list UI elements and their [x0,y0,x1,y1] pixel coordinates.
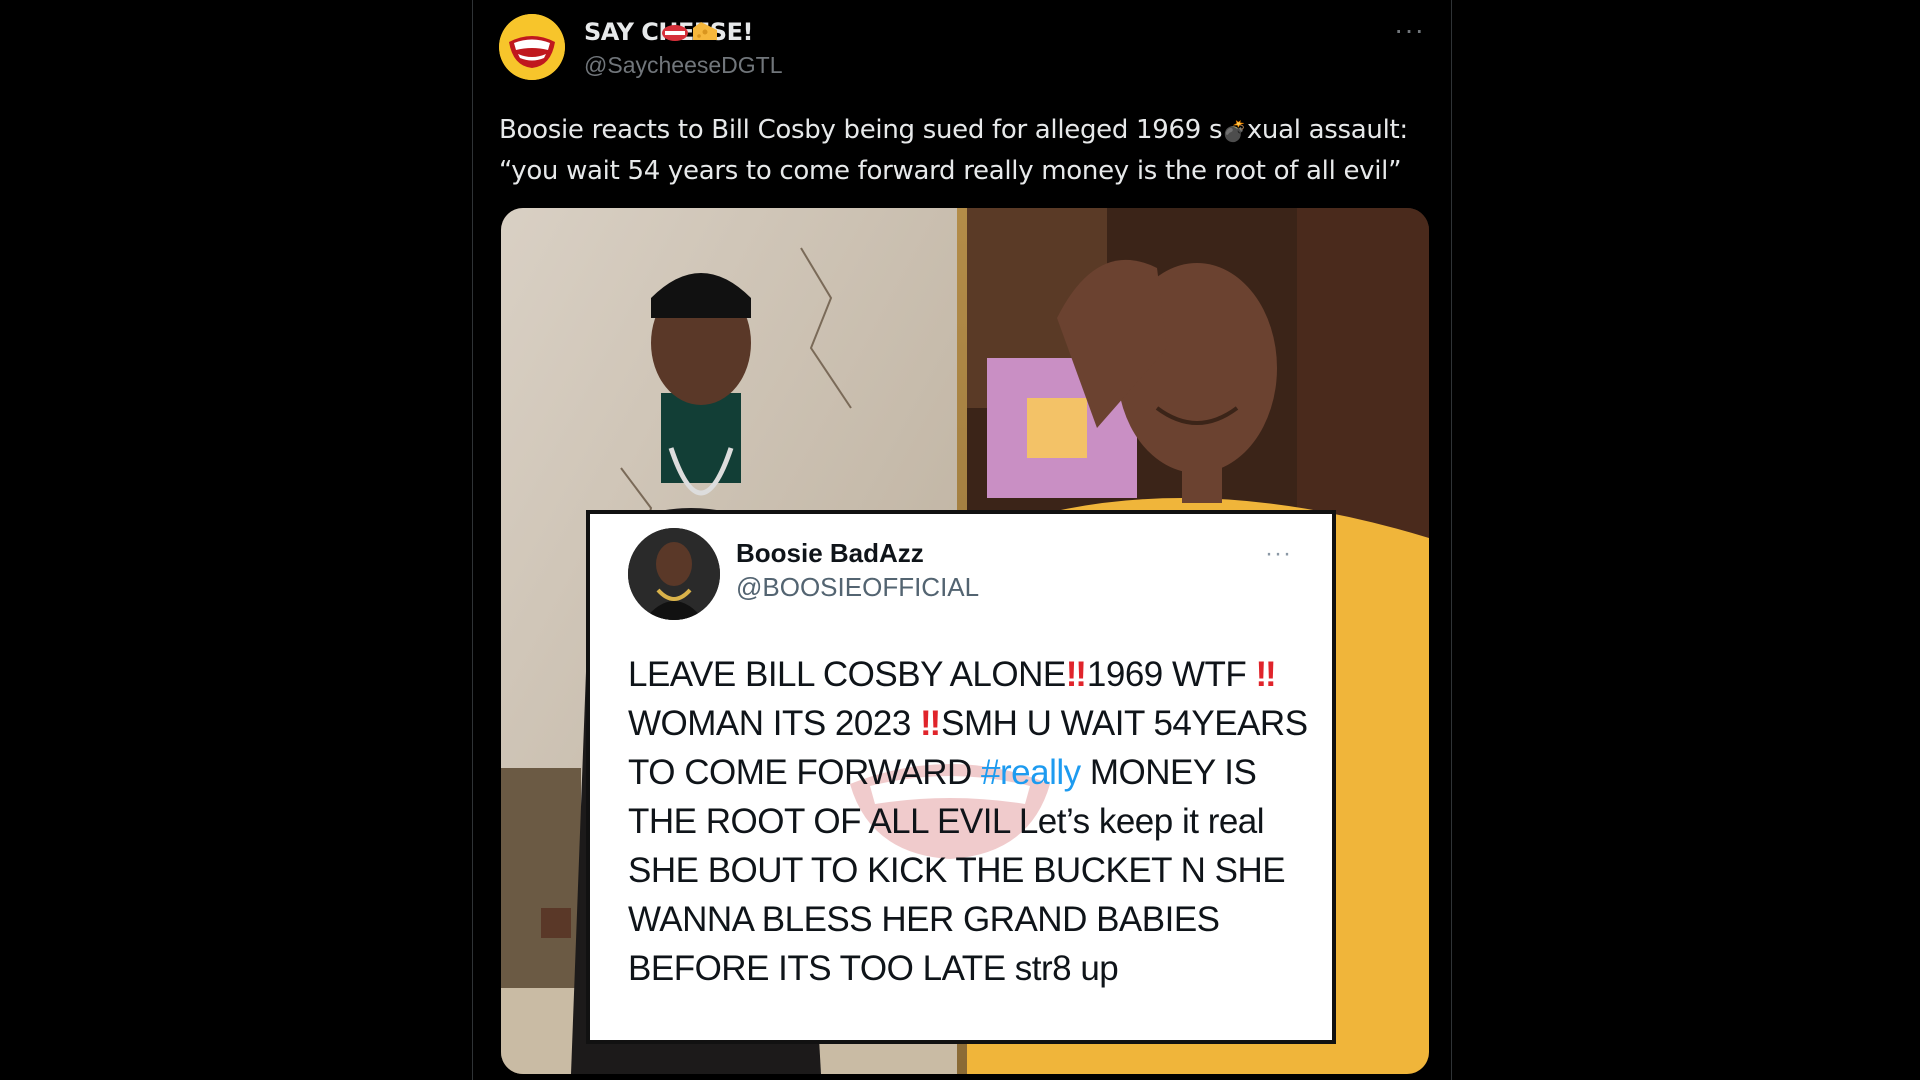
embedded-text-part3: WOMAN ITS 2023 [628,704,921,743]
embedded-tweet-screenshot: Boosie BadAzz @BOOSIEOFFICIAL ··· LEAVE … [586,510,1336,1044]
tweet-text-line1: Boosie reacts to Bill Cosby being sued f… [499,115,1223,145]
page: SAY CHEESE! @SaycheeseDGTL ··· Boosie re… [0,0,1920,1080]
tweet-text-line1-end: xual assault: [1246,115,1408,145]
embedded-text-part2: 1969 WTF [1086,655,1256,694]
double-exclamation-icon: ‼ [920,704,941,743]
say-cheese-logo-icon [499,14,565,80]
tweet-text-line2: “you wait 54 years to come forward reall… [499,156,1402,186]
embedded-tweet-text: LEAVE BILL COSBY ALONE‼ 1969 WTF ‼WOMAN I… [628,650,1308,993]
censor-emoji-icon: 💣 [1222,119,1247,143]
double-exclamation-icon: ‼ [1065,655,1087,694]
embedded-handle: @BOOSIEOFFICIAL [736,572,980,602]
handle[interactable]: @SaycheeseDGTL [584,52,783,79]
tweet-header: SAY CHEESE! @SaycheeseDGTL ··· [499,14,1425,84]
tweet-text: Boosie reacts to Bill Cosby being sued f… [499,110,1419,191]
embedded-text-part1: LEAVE BILL COSBY ALONE [628,655,1066,694]
boosie-avatar-icon [628,528,720,620]
double-exclamation-icon: ‼ [1255,655,1277,694]
more-options-button[interactable]: ··· [1394,16,1425,44]
embedded-display-name: Boosie BadAzz [736,538,924,568]
tweet-card: SAY CHEESE! @SaycheeseDGTL ··· Boosie re… [472,0,1452,1080]
avatar[interactable] [499,14,565,80]
embedded-avatar [628,528,720,620]
hashtag-link: #really [981,753,1081,792]
lips-cheese-emoji-icon [662,22,717,41]
embedded-more-icon: ··· [1265,540,1292,567]
